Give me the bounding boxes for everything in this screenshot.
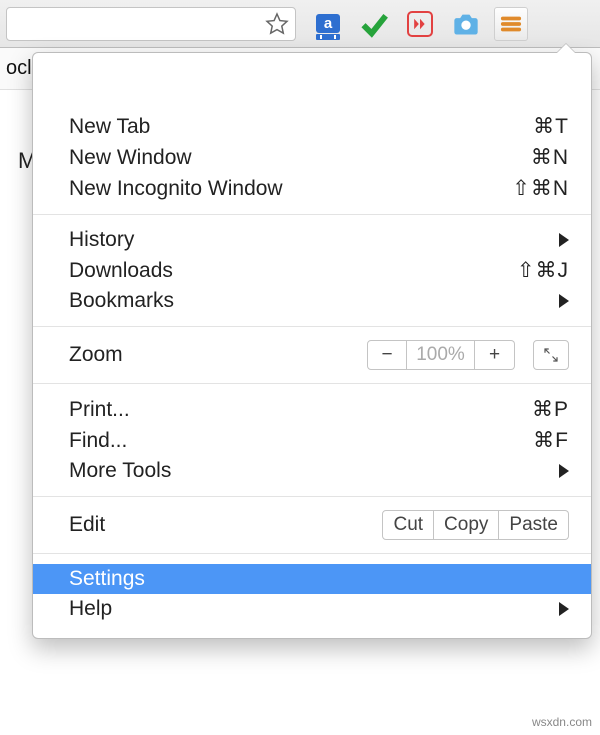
menu-shortcut: ⌘F xyxy=(533,428,569,453)
submenu-arrow-icon xyxy=(559,294,569,308)
menu-shortcut: ⇧⌘J xyxy=(517,258,569,283)
skip-extension-icon[interactable] xyxy=(406,10,434,38)
menu-label: Zoom xyxy=(69,343,123,367)
checkmark-extension-icon[interactable] xyxy=(360,10,388,38)
address-bar[interactable] xyxy=(6,7,296,41)
menu-label: New Window xyxy=(69,146,192,170)
menu-label: Print... xyxy=(69,398,130,422)
menu-item-bookmarks[interactable]: Bookmarks xyxy=(33,286,591,316)
paste-button[interactable]: Paste xyxy=(499,510,569,540)
menu-label: Downloads xyxy=(69,259,173,283)
menu-label: New Tab xyxy=(69,115,150,139)
copy-button[interactable]: Copy xyxy=(434,510,499,540)
menu-label: Find... xyxy=(69,429,127,453)
menu-separator xyxy=(33,553,591,554)
zoom-value: 100% xyxy=(407,340,475,370)
menu-shortcut: ⇧⌘N xyxy=(512,176,569,201)
menu-separator xyxy=(33,383,591,384)
browser-toolbar: a xyxy=(0,0,600,48)
extension-icons: a xyxy=(314,10,480,38)
menu-item-new-window[interactable]: New Window ⌘N xyxy=(33,142,591,173)
zoom-controls: − 100% + xyxy=(367,340,515,370)
menu-shortcut: ⌘T xyxy=(533,114,569,139)
menu-item-more-tools[interactable]: More Tools xyxy=(33,456,591,486)
menu-item-find[interactable]: Find... ⌘F xyxy=(33,425,591,456)
menu-separator xyxy=(33,496,591,497)
amazon-assistant-icon[interactable]: a xyxy=(314,10,342,38)
bookmark-star-icon[interactable] xyxy=(265,12,289,36)
menu-label: Settings xyxy=(69,567,145,591)
menu-item-zoom: Zoom − 100% + xyxy=(33,337,591,373)
menu-item-edit: Edit Cut Copy Paste xyxy=(33,507,591,543)
submenu-arrow-icon xyxy=(559,464,569,478)
zoom-in-button[interactable]: + xyxy=(475,340,515,370)
submenu-arrow-icon xyxy=(559,233,569,247)
menu-label: New Incognito Window xyxy=(69,177,283,201)
menu-item-help[interactable]: Help xyxy=(33,594,591,624)
menu-label: More Tools xyxy=(69,459,171,483)
zoom-out-button[interactable]: − xyxy=(367,340,407,370)
edit-buttons: Cut Copy Paste xyxy=(382,510,569,540)
screenshot-extension-icon[interactable] xyxy=(452,10,480,38)
fullscreen-button[interactable] xyxy=(533,340,569,370)
menu-shortcut: ⌘N xyxy=(531,145,569,170)
menu-item-history[interactable]: History xyxy=(33,225,591,255)
menu-separator xyxy=(33,214,591,215)
menu-separator xyxy=(33,326,591,327)
menu-item-incognito[interactable]: New Incognito Window ⇧⌘N xyxy=(33,173,591,204)
tab-title-fragment: ocl xyxy=(6,57,32,80)
watermark-text: wsxdn.com xyxy=(532,715,592,729)
cut-button[interactable]: Cut xyxy=(382,510,434,540)
menu-item-print[interactable]: Print... ⌘P xyxy=(33,394,591,425)
menu-label: Bookmarks xyxy=(69,289,174,313)
menu-item-downloads[interactable]: Downloads ⇧⌘J xyxy=(33,255,591,286)
menu-label: History xyxy=(69,228,134,252)
submenu-arrow-icon xyxy=(559,602,569,616)
hamburger-menu-button[interactable] xyxy=(494,7,528,41)
menu-label: Help xyxy=(69,597,112,621)
menu-item-settings[interactable]: Settings xyxy=(33,564,591,594)
main-menu-dropdown: New Tab ⌘T New Window ⌘N New Incognito W… xyxy=(32,52,592,639)
menu-label: Edit xyxy=(69,513,105,537)
menu-item-new-tab[interactable]: New Tab ⌘T xyxy=(33,111,591,142)
menu-shortcut: ⌘P xyxy=(532,397,569,422)
